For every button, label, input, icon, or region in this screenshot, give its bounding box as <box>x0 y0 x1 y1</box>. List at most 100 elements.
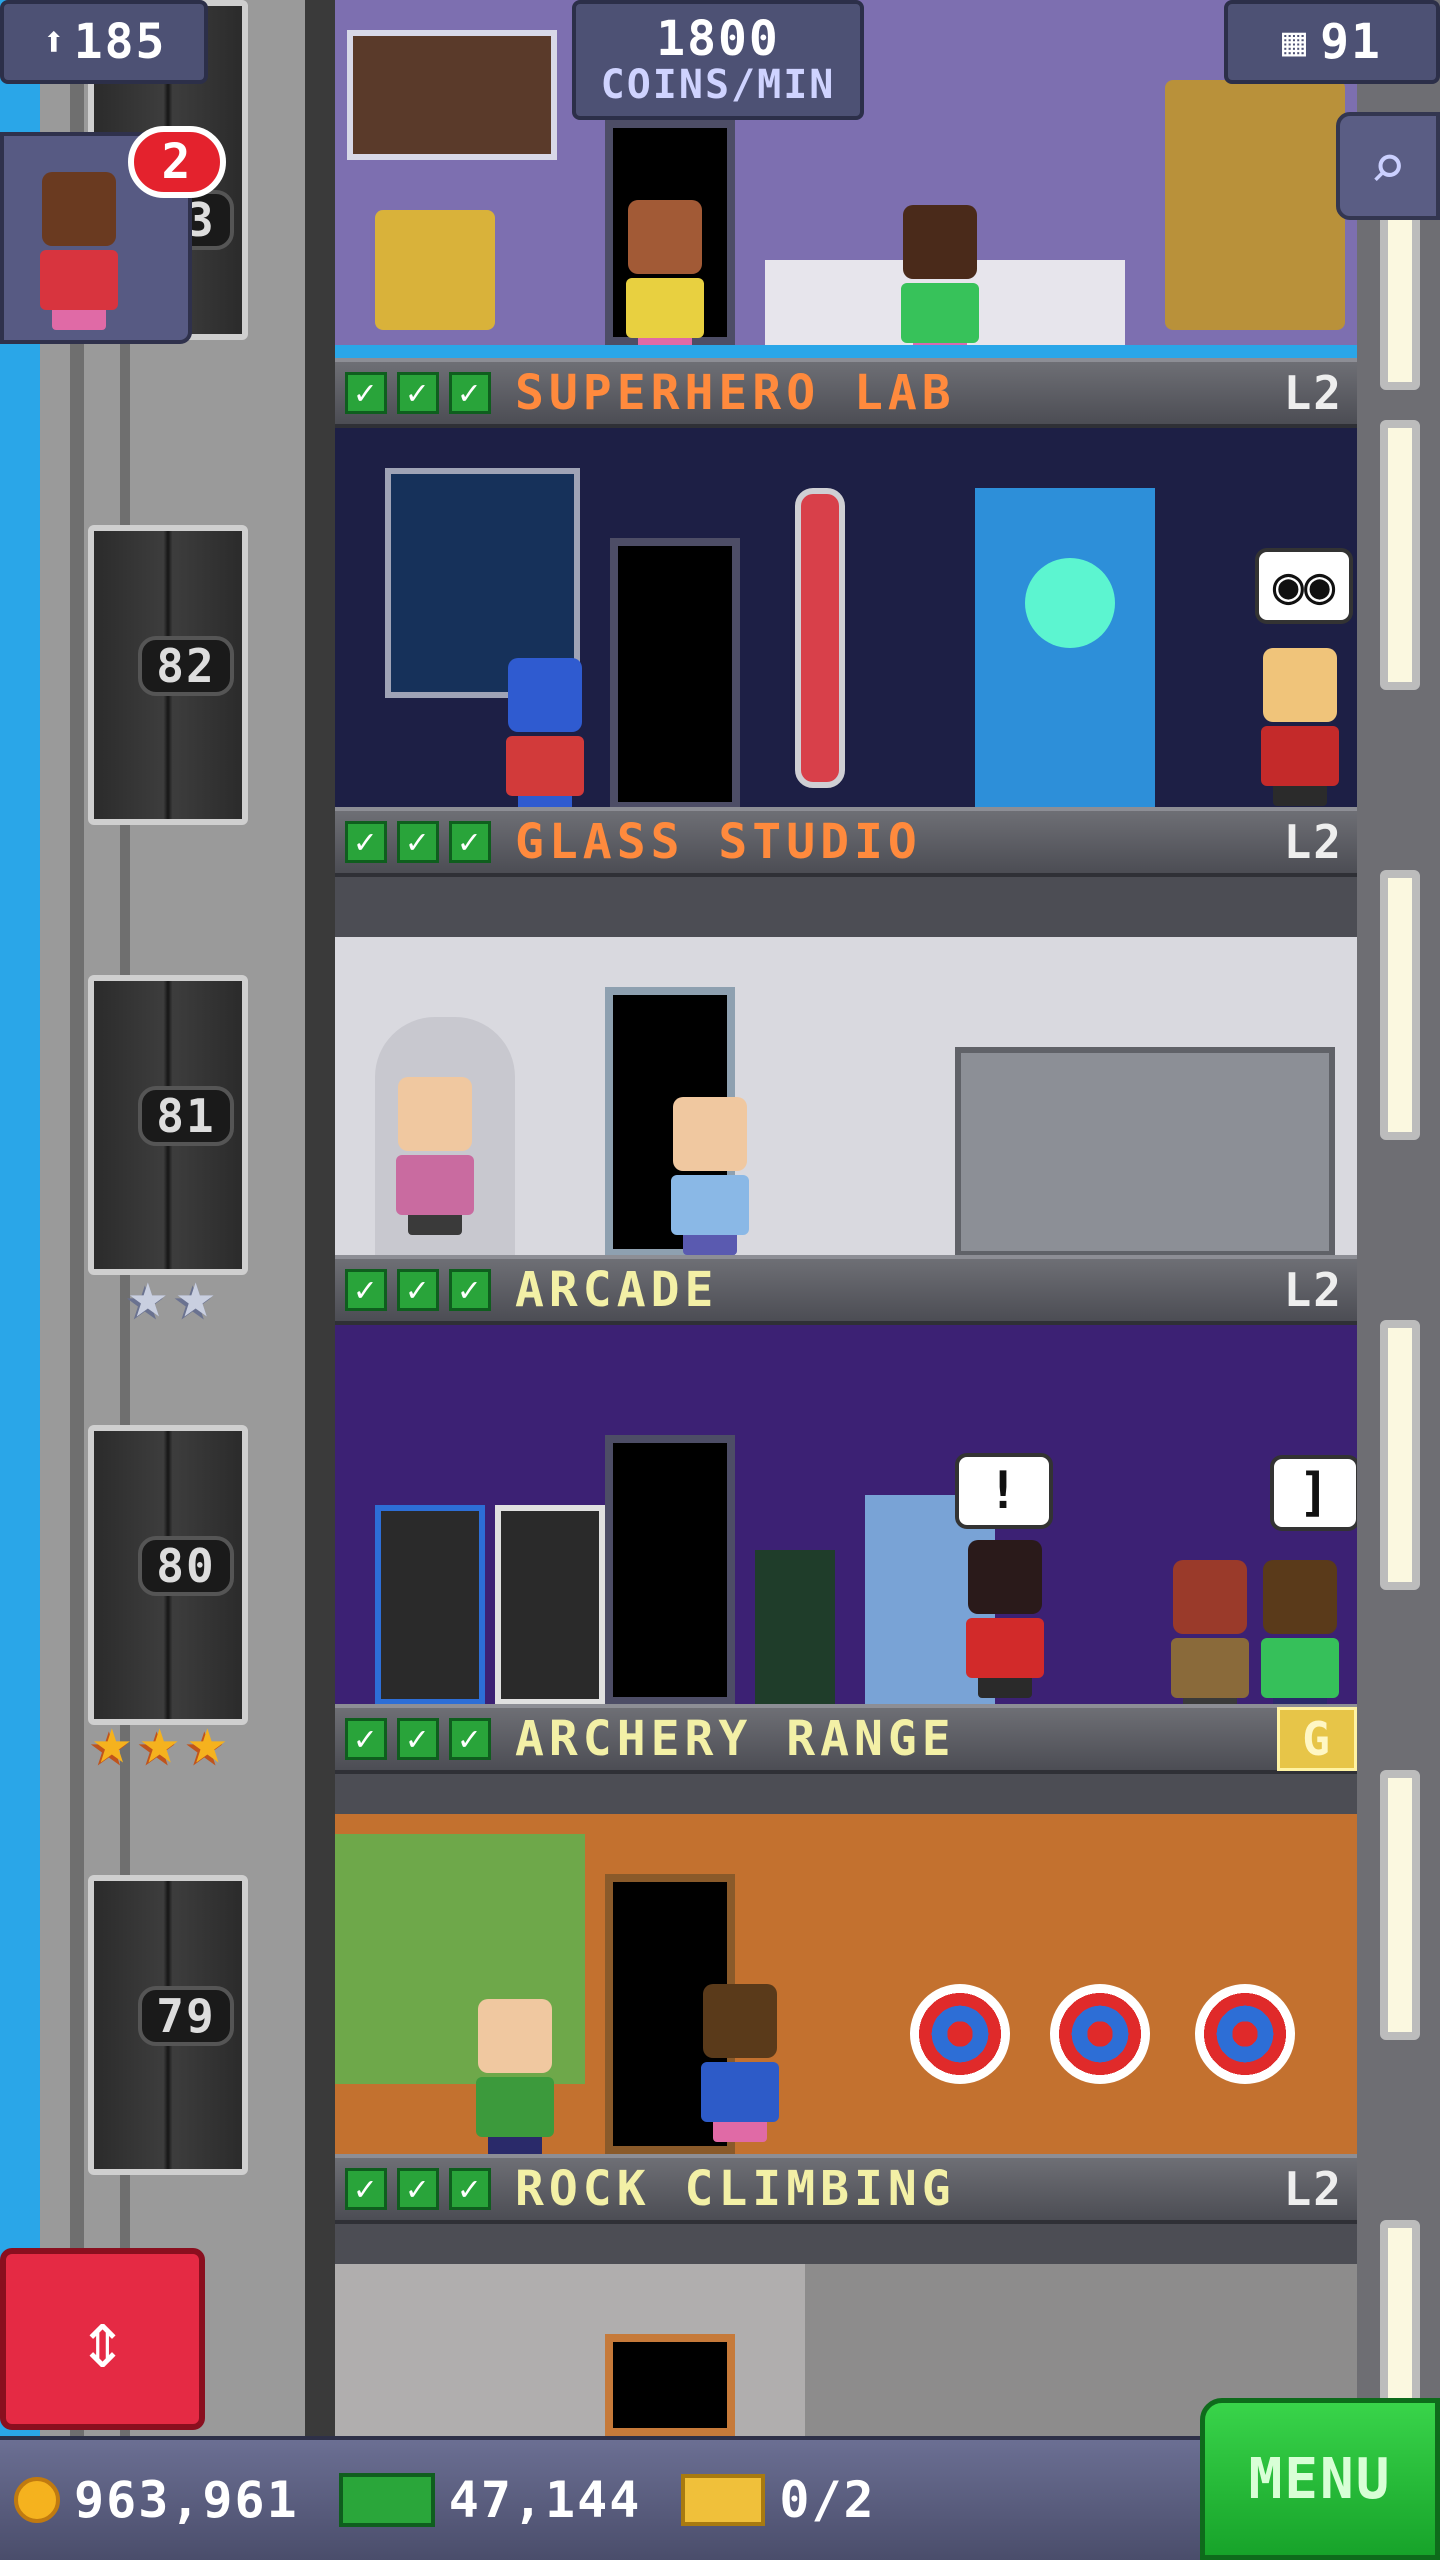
archery-target <box>1195 1984 1295 2084</box>
population-counter[interactable]: ⬆ 185 <box>0 0 208 84</box>
elevator-star-rating: ★ ★ ★ <box>92 1708 227 1774</box>
menu-button[interactable]: MENU <box>1200 2398 1440 2560</box>
dna-tube <box>795 488 845 788</box>
floor-name: GLASS STUDIO <box>515 814 922 870</box>
shelf <box>347 30 557 160</box>
archery-target <box>1050 1984 1150 2084</box>
arcade-cabinet <box>375 1505 485 1705</box>
check-icon: ✓ <box>345 372 387 414</box>
floor-room-superhero-lab[interactable]: ◉◉ <box>335 428 1357 810</box>
magnifier-icon: ⌕ <box>1369 129 1407 203</box>
elevator-floor-label: 79 <box>138 1986 234 2046</box>
elevator-star-rating: ★ ★ <box>128 1262 216 1328</box>
tickets-display[interactable]: 0/2 <box>681 2471 875 2529</box>
floor-room-glass-studio[interactable] <box>335 877 1357 1257</box>
floor-room-arcade[interactable]: ! ] <box>335 1325 1357 1705</box>
star-icon: ★ <box>139 1702 180 1779</box>
wall-lamp <box>1380 2220 1420 2410</box>
coins-display[interactable]: 963,961 <box>14 2471 299 2529</box>
star-icon: ★ <box>187 1702 228 1779</box>
check-icon: ✓ <box>449 821 491 863</box>
ticket-icon <box>681 2474 766 2526</box>
floor-level: L2 <box>1283 2162 1343 2216</box>
floor-nameplate[interactable]: ✓ ✓ ✓ ARCADE L2 <box>335 1255 1357 1325</box>
coin-icon <box>14 2477 60 2523</box>
elevator-button[interactable]: ⇕ <box>0 2248 205 2430</box>
floor-room-archery-range[interactable] <box>335 1774 1357 2154</box>
speech-bubble[interactable]: ! <box>955 1453 1053 1529</box>
npc-character[interactable] <box>470 1999 560 2154</box>
archery-target <box>910 1984 1010 2084</box>
arcade-cabinet <box>495 1505 605 1705</box>
ceiling <box>335 2224 1357 2264</box>
bux-icon <box>338 2473 435 2527</box>
glass-shelf <box>955 1047 1335 1257</box>
floors-value: 91 <box>1320 14 1382 70</box>
elevator-floor-label: 80 <box>138 1536 234 1596</box>
wall-lamp <box>1380 1320 1420 1590</box>
bux-display[interactable]: 47,144 <box>338 2471 642 2529</box>
speech-bubble[interactable]: ◉◉ <box>1255 548 1353 624</box>
elevator-floor-label: 81 <box>138 1086 234 1146</box>
floor-nameplate[interactable]: ✓ ✓ ✓ SUPERHERO LAB L2 <box>335 358 1357 428</box>
population-value: 185 <box>73 14 167 70</box>
wall-lamp <box>1380 420 1420 690</box>
elevator-floor-label: 82 <box>138 636 234 696</box>
check-icon: ✓ <box>345 1269 387 1311</box>
coins-per-min-unit: COINS/MIN <box>600 62 836 109</box>
check-icon: ✓ <box>345 2168 387 2210</box>
floor-name: ROCK CLIMBING <box>515 2161 956 2217</box>
check-icon: ✓ <box>449 1718 491 1760</box>
shaft-rail <box>70 0 84 2436</box>
shaft-rail <box>305 0 335 2436</box>
check-icon: ✓ <box>345 1718 387 1760</box>
floor-room-rock-climbing[interactable] <box>335 2224 1357 2436</box>
npc-character[interactable] <box>1255 1560 1345 1705</box>
room-door <box>605 2334 735 2436</box>
room-door <box>610 538 740 810</box>
floor-nameplate[interactable]: ✓ ✓ ✓ GLASS STUDIO L2 <box>335 807 1357 877</box>
star-icon: ★ <box>128 1256 168 1333</box>
menu-label: MENU <box>1248 2446 1392 2512</box>
npc-character[interactable] <box>695 1984 785 2142</box>
check-icon: ✓ <box>397 1718 439 1760</box>
check-icon: ✓ <box>449 1269 491 1311</box>
npc-character[interactable] <box>1165 1560 1255 1705</box>
floor-name: ARCADE <box>515 1262 719 1318</box>
bux-value: 47,144 <box>448 2471 642 2529</box>
check-icon: ✓ <box>397 2168 439 2210</box>
zoom-button[interactable]: ⌕ <box>1336 112 1440 220</box>
visitor-avatar <box>34 172 124 330</box>
npc-character[interactable] <box>620 200 710 345</box>
floor-nameplate[interactable]: ✓ ✓ ✓ ROCK CLIMBING L2 <box>335 2154 1357 2224</box>
npc-character[interactable] <box>390 1077 480 1235</box>
notification-badge: 2 <box>128 126 226 198</box>
ceiling <box>335 1774 1357 1814</box>
tickets-value: 0/2 <box>779 2471 876 2529</box>
coins-per-min-value: 1800 <box>656 10 780 67</box>
hologram <box>975 488 1155 808</box>
npc-character[interactable] <box>500 658 590 810</box>
cauldron <box>375 210 495 330</box>
npc-character[interactable] <box>665 1097 755 1255</box>
ceiling <box>335 877 1357 937</box>
up-down-arrow-icon: ⇕ <box>78 2292 127 2386</box>
npc-character[interactable] <box>895 205 985 345</box>
floor-nameplate[interactable]: ✓ ✓ ✓ ARCHERY RANGE G <box>335 1704 1357 1774</box>
change-machine <box>755 1550 835 1705</box>
wall-lamp <box>1380 870 1420 1140</box>
star-icon: ★ <box>175 1256 216 1333</box>
room-door <box>605 1435 735 1705</box>
star-icon: ★ <box>92 1702 132 1779</box>
floors-counter[interactable]: ▦ 91 <box>1224 0 1440 84</box>
floor-name: ARCHERY RANGE <box>515 1711 956 1767</box>
check-icon: ✓ <box>345 821 387 863</box>
floor-level: L2 <box>1283 366 1343 420</box>
coins-value: 963,961 <box>74 2471 299 2529</box>
machine <box>1165 80 1345 330</box>
speech-bubble[interactable]: ] <box>1270 1455 1357 1531</box>
check-icon: ✓ <box>449 372 491 414</box>
npc-character[interactable] <box>960 1540 1050 1698</box>
npc-character[interactable] <box>1255 648 1345 806</box>
wall-lamp <box>1380 1770 1420 2040</box>
